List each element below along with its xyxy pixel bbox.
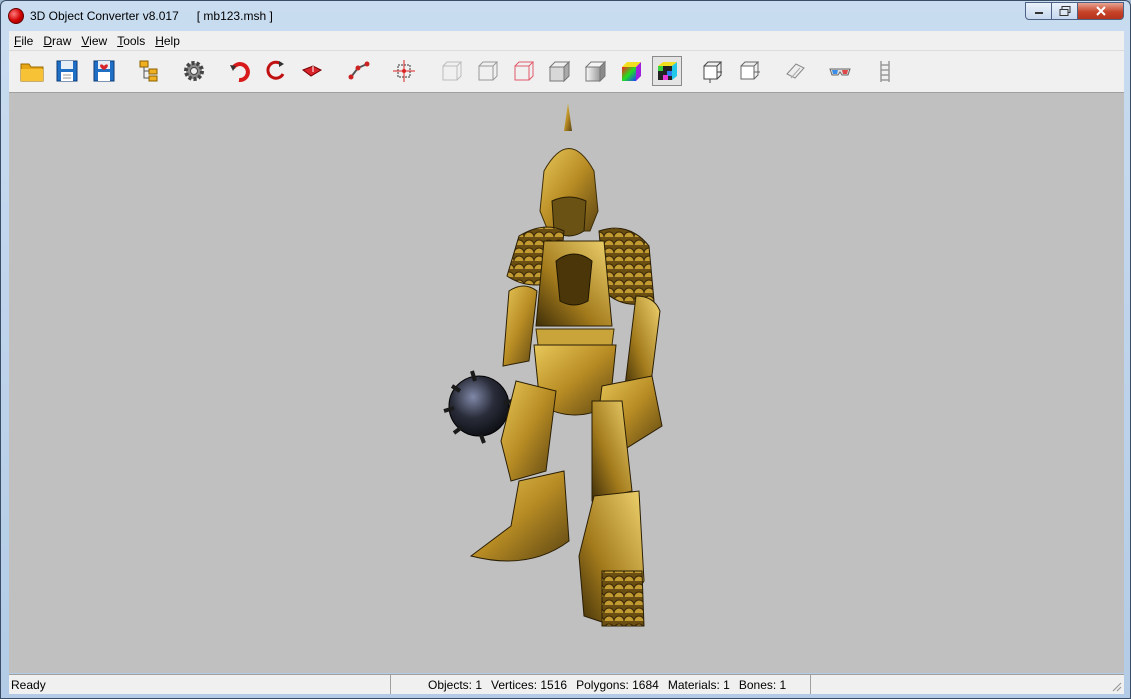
- status-materials: Materials: 1: [667, 677, 730, 692]
- minimize-icon: [1034, 12, 1043, 14]
- menu-draw[interactable]: Draw: [38, 34, 76, 48]
- maximize-button[interactable]: [1052, 2, 1078, 20]
- status-ready: Ready: [9, 675, 391, 694]
- rotate-y-icon: [266, 60, 285, 80]
- pivot-icon: [393, 60, 415, 82]
- glasses-3d-button[interactable]: [825, 56, 855, 86]
- settings-button[interactable]: [179, 56, 209, 86]
- paper-icon: [786, 63, 805, 79]
- box-side-button[interactable]: [734, 56, 764, 86]
- status-stats: Objects: 1 Vertices: 1516 Polygons: 1684…: [391, 675, 811, 694]
- paper-button[interactable]: [780, 56, 810, 86]
- status-objects: Objects: 1: [428, 677, 483, 692]
- status-bar: Ready Objects: 1 Vertices: 1516 Polygons…: [9, 674, 1124, 694]
- wireframe-button[interactable]: [436, 56, 466, 86]
- bone-link-icon: [348, 61, 370, 80]
- save-as-icon: [93, 60, 115, 82]
- toolbar: [9, 51, 1124, 93]
- pivot-button[interactable]: [389, 56, 419, 86]
- armored-warrior-model: [443, 103, 663, 627]
- window-file-name: [ mb123.msh ]: [196, 9, 273, 23]
- menu-help-label: elp: [163, 33, 180, 48]
- hierarchy-button[interactable]: [134, 56, 164, 86]
- texture-icon: [658, 62, 677, 80]
- wireframe-color-icon: [514, 61, 535, 81]
- menu-draw-label: raw: [52, 33, 72, 48]
- 3d-viewport[interactable]: [9, 93, 1124, 673]
- menu-bar: File Draw View Tools Help: [9, 31, 1124, 51]
- menu-draw-accel: D: [43, 33, 53, 48]
- vertex-color-icon: [622, 62, 641, 81]
- save-icon: [56, 60, 78, 82]
- rotate-z-icon: [301, 65, 323, 77]
- resize-grip-icon[interactable]: [1110, 680, 1122, 692]
- box-front-button[interactable]: [697, 56, 727, 86]
- rotate-z-button[interactable]: [297, 56, 327, 86]
- wireframe-hidden-button[interactable]: [472, 56, 502, 86]
- status-polygons: Polygons: 1684: [576, 677, 659, 692]
- menu-file[interactable]: File: [9, 34, 38, 48]
- app-logo-icon[interactable]: [8, 8, 24, 24]
- open-button[interactable]: [17, 56, 47, 86]
- window-controls: [1025, 2, 1124, 20]
- rotate-x-icon: [230, 62, 250, 83]
- menu-help-accel: H: [155, 33, 164, 48]
- smooth-shade-icon: [584, 60, 607, 83]
- restore-icon: [1059, 6, 1070, 16]
- wireframe-color-button[interactable]: [508, 56, 538, 86]
- status-vertices: Vertices: 1516: [491, 677, 568, 692]
- box-front-icon: [703, 61, 723, 83]
- box-side-icon: [740, 61, 760, 80]
- hierarchy-icon: [139, 60, 158, 82]
- smooth-shade-button[interactable]: [580, 56, 610, 86]
- rotate-x-button[interactable]: [225, 56, 255, 86]
- menu-file-label: ile: [21, 33, 34, 48]
- flat-shade-icon: [548, 60, 571, 83]
- menu-tools-label: ools: [123, 33, 146, 48]
- status-bones: Bones: 1: [738, 677, 787, 692]
- menu-view[interactable]: View: [76, 34, 112, 48]
- menu-view-accel: V: [81, 33, 90, 48]
- ladder-button[interactable]: [870, 56, 900, 86]
- menu-help[interactable]: Help: [150, 34, 185, 48]
- wireframe-icon: [442, 61, 463, 81]
- flat-shade-button[interactable]: [544, 56, 574, 86]
- menu-view-label: iew: [89, 33, 108, 48]
- open-folder-icon: [20, 63, 44, 82]
- app-window: 3D Object Converter v8.017 [ mb123.msh ]…: [0, 0, 1131, 699]
- bone-link-button[interactable]: [344, 56, 374, 86]
- window-title: 3D Object Converter v8.017: [30, 9, 179, 23]
- minimize-button[interactable]: [1025, 2, 1052, 20]
- ladder-icon: [880, 61, 890, 82]
- wireframe-hidden-icon: [478, 61, 499, 81]
- settings-gear-icon: [184, 61, 204, 81]
- rotate-y-button[interactable]: [261, 56, 291, 86]
- glasses-3d-icon: [829, 68, 851, 76]
- texture-button[interactable]: [652, 56, 682, 86]
- close-button[interactable]: [1078, 2, 1124, 20]
- save-button[interactable]: [52, 56, 82, 86]
- vertex-color-button[interactable]: [616, 56, 646, 86]
- save-as-button[interactable]: [89, 56, 119, 86]
- menu-tools[interactable]: Tools: [112, 34, 150, 48]
- title-bar[interactable]: 3D Object Converter v8.017 [ mb123.msh ]: [1, 1, 1130, 31]
- close-icon: [1095, 6, 1106, 16]
